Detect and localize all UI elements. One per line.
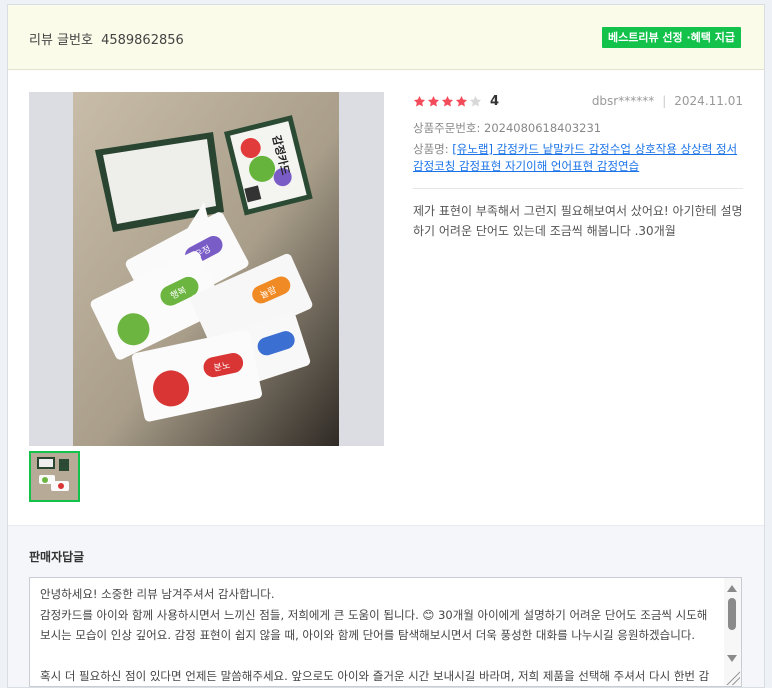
- thumbnail-image: [31, 453, 78, 500]
- info-divider: [413, 188, 743, 189]
- review-card: 리뷰 글번호 4589862856 베스트리뷰 선정 ·혜택 지급 감정카드 우…: [7, 4, 765, 688]
- scroll-down-arrow-icon[interactable]: [727, 655, 737, 662]
- rating-row: 4 dbsr****** | 2024.11.01: [413, 92, 743, 110]
- seller-reply-title: 판매자답글: [29, 550, 85, 564]
- rating-score: 4: [490, 93, 500, 109]
- resize-grip-icon[interactable]: [726, 671, 740, 685]
- review-photo-image: 감정카드 우정 행복 놀람 분노: [29, 92, 384, 446]
- seller-reply-text: 안녕하세요! 소중한 리뷰 남겨주셔서 감사합니다. 감정카드를 아이와 함께 …: [40, 587, 710, 683]
- star-filled-icon: [441, 95, 454, 106]
- review-photo-thumbnail[interactable]: [29, 451, 80, 502]
- star-rating: [413, 95, 482, 108]
- product-name-line: 상품명: [유노랩] 감정카드 낱말카드 감정수업 상호작용 상상력 정서 감정…: [413, 141, 743, 175]
- product-name-link[interactable]: [유노랩] 감정카드 낱말카드 감정수업 상호작용 상상력 정서 감정코칭 감정…: [413, 142, 737, 173]
- scrollbar-thumb[interactable]: [728, 598, 736, 630]
- star-empty-icon: [469, 95, 482, 106]
- review-photo[interactable]: 감정카드 우정 행복 놀람 분노: [29, 92, 384, 446]
- product-name-label: 상품명:: [413, 142, 449, 156]
- order-number-value: 2024080618403231: [484, 121, 602, 135]
- meta-separator: |: [662, 94, 667, 108]
- star-filled-icon: [427, 95, 440, 106]
- reviewer-id: dbsr******: [591, 94, 655, 108]
- scroll-up-arrow-icon[interactable]: [727, 585, 737, 592]
- review-meta: dbsr****** | 2024.11.01: [592, 94, 743, 108]
- review-number-label: 리뷰 글번호: [29, 33, 93, 48]
- seller-reply-textarea[interactable]: 안녕하세요! 소중한 리뷰 남겨주셔서 감사합니다. 감정카드를 아이와 함께 …: [29, 577, 742, 687]
- review-number: 리뷰 글번호 4589862856: [29, 29, 184, 48]
- review-text: 제가 표현이 부족해서 그런지 필요해보여서 샀어요! 아기한테 설명하기 어려…: [413, 204, 743, 238]
- star-filled-icon: [413, 95, 426, 106]
- seller-reply-section: 판매자답글 안녕하세요! 소중한 리뷰 남겨주셔서 감사합니다. 감정카드를 아…: [8, 525, 764, 687]
- review-header: 리뷰 글번호 4589862856 베스트리뷰 선정 ·혜택 지급: [8, 5, 764, 70]
- order-number-label: 상품주문번호:: [413, 121, 481, 135]
- review-date: 2024.11.01: [674, 94, 743, 108]
- reply-scrollbar[interactable]: [724, 578, 741, 686]
- review-number-value: 4589862856: [101, 33, 184, 48]
- best-review-badge: 베스트리뷰 선정 ·혜택 지급: [602, 27, 741, 48]
- star-filled-icon: [455, 95, 468, 106]
- review-main: 감정카드 우정 행복 놀람 분노 4 dbsr****** | 2024.11.…: [8, 70, 764, 525]
- review-info: 4 dbsr****** | 2024.11.01 상품주문번호: 202408…: [413, 92, 743, 241]
- order-number-line: 상품주문번호: 2024080618403231: [413, 120, 743, 136]
